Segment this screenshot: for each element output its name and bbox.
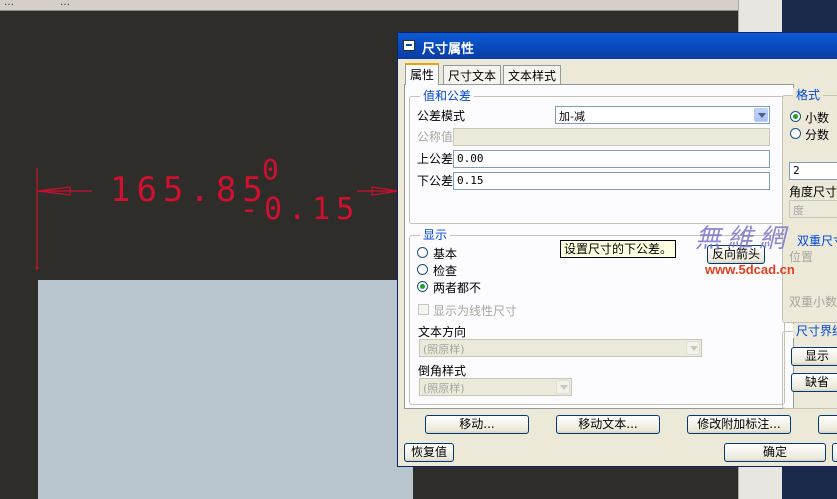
tol-mode-select[interactable]: 加-减 (555, 106, 770, 124)
dialog-title: 尺寸属性 (422, 42, 475, 57)
model-face (38, 280, 413, 499)
display-group: 显示 基本 检查 两者都不 反向箭头 显示为线性尺寸 文本方向 (照原样) 倒角… (409, 228, 785, 405)
nominal-value-field (453, 128, 770, 146)
radio-decimal[interactable] (790, 111, 801, 122)
radio-decimal-label[interactable]: 小数 (805, 109, 829, 126)
tab-dimension-text[interactable]: 尺寸文本 (443, 65, 502, 84)
restore-button[interactable]: 恢复值 (404, 443, 454, 462)
upper-tol-label: 上公差 (417, 152, 454, 166)
lower-tol-field[interactable]: 0.15 (453, 172, 770, 190)
radio-fraction-label[interactable]: 分数 (805, 126, 829, 143)
radio-basic[interactable] (417, 247, 428, 258)
witness-end-point (35, 266, 39, 270)
witness-title: 尺寸界线 (793, 324, 837, 338)
radio-fraction[interactable] (790, 128, 801, 139)
value-tolerance-group: 值和公差 公差模式 加-减 公称值 上公差 0.00 下公差 0.15 (409, 89, 785, 224)
witness-group: 尺寸界线 显示 缺省 (782, 324, 837, 409)
format-title: 格式 (793, 88, 824, 102)
watermark-logo: 無維網 (695, 224, 792, 254)
move-text-button[interactable]: 移动文本... (556, 415, 660, 434)
cancel-button-clipped[interactable] (832, 443, 837, 462)
witness-show-button[interactable]: 显示 (791, 347, 837, 366)
witness-default-button[interactable]: 缺省 (791, 373, 837, 392)
ok-button[interactable]: 确定 (724, 443, 826, 462)
decimals-field[interactable]: 2 (789, 162, 837, 180)
dual-decimals-label: 双重小数 (789, 295, 837, 309)
radio-neither-label[interactable]: 两者都不 (433, 279, 481, 296)
radio-inspection-label[interactable]: 检查 (433, 262, 457, 279)
angle-unit-field: 度 (789, 200, 837, 218)
tol-mode-label: 公差模式 (417, 109, 466, 123)
edit-attach-button[interactable]: 修改附加标注... (687, 415, 791, 434)
text-orientation-select: (照原样) (419, 339, 702, 357)
lower-tolerance-text[interactable]: -0.15 (240, 192, 360, 227)
dialog-app-icon (403, 40, 415, 51)
nominal-label: 公称值 (417, 130, 454, 144)
clipped-button[interactable] (818, 415, 837, 434)
format-group: 格式 小数 分数 2 角度尺寸 度 双重尺寸 位置 双重小数 (782, 88, 837, 323)
chevron-down-icon[interactable] (754, 108, 768, 122)
lower-tol-label: 下公差 (417, 174, 454, 188)
chamfer-style-label: 倒角样式 (418, 364, 467, 378)
tab-text-style[interactable]: 文本样式 (503, 65, 562, 84)
chamfer-style-select: (照原样) (419, 378, 572, 396)
host-toolbar: … … (0, 0, 738, 11)
watermark-url: www.5dcad.cn (705, 262, 795, 277)
chevron-down-icon (556, 380, 570, 394)
tab-properties[interactable]: 属性 (405, 63, 440, 85)
toolbar-fragment: … (60, 0, 70, 8)
lower-tol-tooltip: 设置尺寸的下公差。 (560, 240, 677, 258)
upper-tolerance-text[interactable]: 0 (262, 153, 285, 186)
radio-basic-label[interactable]: 基本 (433, 245, 457, 262)
tol-mode-value: 加-减 (559, 110, 585, 123)
radio-inspection[interactable] (417, 264, 428, 275)
toolbar-fragment: … (4, 0, 14, 8)
show-linear-label: 显示为线性尺寸 (433, 304, 518, 318)
angle-unit-label: 角度尺寸 (789, 185, 837, 199)
move-button[interactable]: 移动... (425, 415, 529, 434)
value-tolerance-title: 值和公差 (420, 89, 475, 103)
chevron-down-icon (686, 341, 700, 355)
chamfer-style-value: (照原样) (423, 382, 465, 395)
show-linear-checkbox (418, 304, 429, 315)
display-title: 显示 (420, 228, 451, 242)
dual-dim-label: 双重尺寸 (797, 234, 837, 248)
radio-neither[interactable] (417, 281, 428, 292)
text-orientation-label: 文本方向 (418, 325, 467, 339)
text-orientation-value: (照原样) (423, 343, 465, 356)
dialog-titlebar[interactable]: 尺寸属性 (398, 33, 837, 59)
upper-tol-field[interactable]: 0.00 (453, 150, 770, 168)
